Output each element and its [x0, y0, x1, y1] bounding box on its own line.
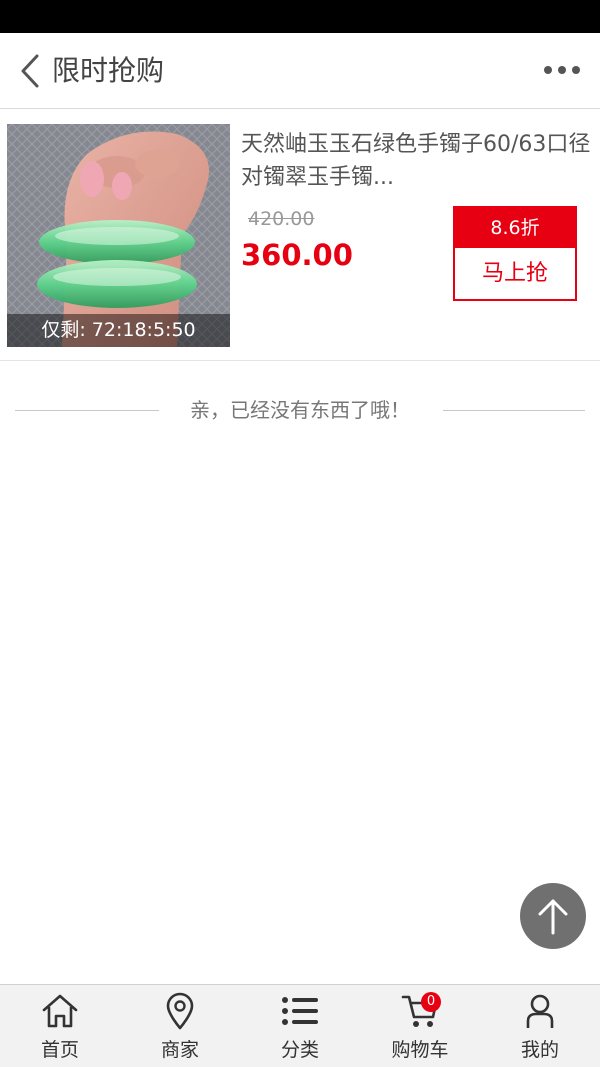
back-button[interactable]: [14, 51, 46, 91]
tab-label: 购物车: [391, 1039, 449, 1061]
page-title: 限时抢购: [52, 54, 165, 87]
more-dot-icon: [558, 66, 566, 74]
chevron-left-icon: [21, 54, 39, 88]
tab-label: 我的: [520, 1039, 559, 1061]
discount-badge: 8.6折: [455, 208, 575, 248]
tab-home[interactable]: 首页: [0, 985, 120, 1067]
tab-profile[interactable]: 我的: [480, 985, 600, 1067]
tab-merchant[interactable]: 商家: [120, 985, 240, 1067]
arrow-up-icon: [538, 899, 568, 935]
status-bar: [0, 0, 600, 33]
product-name[interactable]: 天然岫玉玉石绿色手镯子60/63口径对镯翠玉手镯...: [241, 128, 591, 194]
more-dot-icon: [572, 66, 580, 74]
tab-label: 商家: [160, 1039, 199, 1061]
end-of-list-text: 亲，已经没有东西了哦！: [190, 398, 410, 422]
more-dot-icon: [544, 66, 552, 74]
original-price: 420.00: [248, 208, 315, 230]
tab-category[interactable]: 分类: [240, 985, 360, 1067]
buy-now-button[interactable]: 8.6折 马上抢: [453, 206, 577, 301]
countdown-timer: 仅剩: 72:18:5:50: [7, 314, 230, 347]
location-pin-icon: [160, 991, 200, 1031]
tab-cart[interactable]: 0 购物车: [360, 985, 480, 1067]
more-button[interactable]: [540, 55, 584, 85]
cart-icon: 0: [400, 991, 441, 1031]
buy-now-label: 马上抢: [481, 261, 548, 286]
list-icon: [280, 991, 320, 1031]
user-icon: [520, 991, 560, 1031]
back-to-top-button[interactable]: [520, 883, 586, 949]
home-icon: [40, 991, 80, 1031]
cart-count-badge: 0: [421, 992, 441, 1012]
top-header: 限时抢购: [0, 33, 600, 109]
bottom-tab-bar: 首页 商家 分类 0 购物车 我的: [0, 984, 600, 1067]
sale-price: 360.00: [241, 238, 353, 272]
end-of-list-note: 亲，已经没有东西了哦！: [0, 395, 600, 425]
product-card[interactable]: 仅剩: 72:18:5:50 天然岫玉玉石绿色手镯子60/63口径对镯翠玉手镯.…: [0, 110, 600, 361]
tab-label: 首页: [40, 1039, 79, 1061]
tab-label: 分类: [280, 1039, 319, 1061]
product-image[interactable]: 仅剩: 72:18:5:50: [7, 124, 230, 347]
